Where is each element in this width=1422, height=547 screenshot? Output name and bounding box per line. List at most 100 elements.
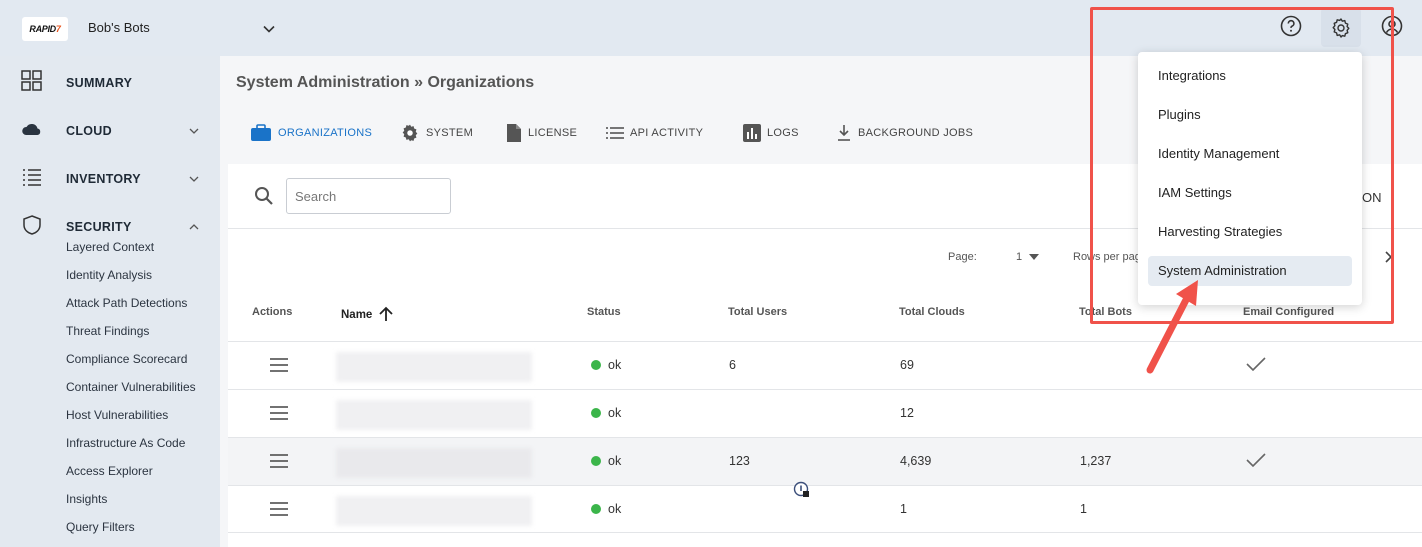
table-row[interactable]: ok 1 1 xyxy=(228,485,1422,533)
chevron-down-icon[interactable] xyxy=(262,22,276,36)
logo-prefix: RAPID xyxy=(29,24,56,34)
header-status[interactable]: Status xyxy=(587,306,621,318)
sidebar-item-cloud[interactable]: CLOUD xyxy=(0,108,220,148)
sidebar: SUMMARY CLOUD INVENTORY SECURITY Layered… xyxy=(0,56,220,547)
download-icon xyxy=(838,125,850,141)
tab-organizations[interactable]: ORGANIZATIONS xyxy=(250,122,372,144)
briefcase-icon xyxy=(251,124,271,141)
tab-background-jobs[interactable]: BACKGROUND JOBS xyxy=(836,122,973,144)
shield-icon xyxy=(23,215,41,235)
cell-total-users: 6 xyxy=(729,358,736,372)
cursor-icon xyxy=(793,481,809,497)
annotation-arrow-icon xyxy=(1146,280,1198,374)
tab-logs[interactable]: LOGS xyxy=(743,122,799,144)
sidebar-item-label: CLOUD xyxy=(66,124,112,138)
document-icon xyxy=(507,124,521,142)
redacted-org-name[interactable] xyxy=(336,496,532,526)
cloud-icon xyxy=(22,124,41,135)
status-text: ok xyxy=(608,502,622,516)
cell-total-bots: 1 xyxy=(1080,502,1087,516)
gear-icon xyxy=(402,124,418,142)
hamburger-menu-icon[interactable] xyxy=(270,502,288,516)
table-row[interactable]: ok 123 4,639 1,237 xyxy=(228,437,1422,485)
search-icon xyxy=(255,187,273,205)
logo-suffix: 7 xyxy=(55,24,61,34)
status-ok-icon xyxy=(591,360,601,370)
status-badge: ok xyxy=(591,502,621,516)
sidebar-item-summary[interactable]: SUMMARY xyxy=(0,60,220,100)
status-badge: ok xyxy=(591,406,621,420)
tab-label: LOGS xyxy=(767,127,799,139)
tab-label: ORGANIZATIONS xyxy=(278,127,373,139)
redacted-org-name[interactable] xyxy=(336,400,532,430)
tab-api-activity[interactable]: API ACTIVITY xyxy=(606,122,703,144)
dashboard-icon xyxy=(21,70,42,91)
tab-license[interactable]: LICENSE xyxy=(506,122,577,144)
checkmark-icon xyxy=(1246,453,1266,468)
status-ok-icon xyxy=(591,456,601,466)
cell-total-clouds: 4,639 xyxy=(900,454,932,468)
header-total-users[interactable]: Total Users xyxy=(728,306,787,318)
search-input[interactable] xyxy=(286,178,451,214)
sidebar-subitem[interactable]: Access Explorer xyxy=(66,464,153,478)
sidebar-subitem[interactable]: Query Filters xyxy=(66,520,135,534)
table-row[interactable]: ok 6 69 xyxy=(228,341,1422,389)
header-name[interactable]: Name xyxy=(341,306,394,322)
redacted-org-name[interactable] xyxy=(336,352,532,382)
status-badge: ok xyxy=(591,358,621,372)
cell-total-users: 123 xyxy=(729,454,750,468)
sidebar-item-security[interactable]: SECURITY xyxy=(0,204,220,244)
sidebar-subitem[interactable]: Host Vulnerabilities xyxy=(66,408,168,422)
checkmark-icon xyxy=(1246,357,1266,372)
header-actions: Actions xyxy=(252,306,293,318)
table-row[interactable]: ok 12 xyxy=(228,389,1422,437)
sidebar-item-label: INVENTORY xyxy=(66,172,141,186)
caret-down-icon[interactable] xyxy=(1028,253,1040,261)
tab-label: API ACTIVITY xyxy=(630,127,704,139)
list-icon xyxy=(23,169,41,186)
page-label: Page: xyxy=(948,251,977,263)
sidebar-item-inventory[interactable]: INVENTORY xyxy=(0,156,220,196)
status-badge: ok xyxy=(591,454,621,468)
hamburger-menu-icon[interactable] xyxy=(270,406,288,420)
redacted-org-name[interactable] xyxy=(336,448,532,478)
hamburger-menu-icon[interactable] xyxy=(270,358,288,372)
status-text: ok xyxy=(608,454,622,468)
hamburger-menu-icon[interactable] xyxy=(270,454,288,468)
status-text: ok xyxy=(608,406,622,420)
rapid7-logo[interactable]: RAPID7 xyxy=(22,17,68,41)
sidebar-subitem[interactable]: Layered Context xyxy=(66,240,154,254)
chevron-down-icon xyxy=(189,128,199,134)
page-select[interactable]: 1 xyxy=(1016,251,1022,263)
bar-chart-icon xyxy=(743,124,761,142)
status-text: ok xyxy=(608,358,622,372)
tab-label: BACKGROUND JOBS xyxy=(858,127,974,139)
header-total-clouds[interactable]: Total Clouds xyxy=(899,306,965,318)
sort-ascending-icon xyxy=(378,306,393,321)
page-title: System Administration » Organizations xyxy=(236,74,535,91)
sidebar-subitem[interactable]: Attack Path Detections xyxy=(66,296,187,310)
sidebar-subitem[interactable]: Compliance Scorecard xyxy=(66,352,187,366)
org-name[interactable]: Bob's Bots xyxy=(88,20,150,35)
sidebar-subitem[interactable]: Container Vulnerabilities xyxy=(66,380,196,394)
sidebar-subitem[interactable]: Infrastructure As Code xyxy=(66,436,185,450)
cell-total-clouds: 12 xyxy=(900,406,914,420)
chevron-up-icon xyxy=(189,224,199,230)
status-ok-icon xyxy=(591,504,601,514)
annotation-highlight-box xyxy=(1090,7,1394,324)
sidebar-subitem[interactable]: Threat Findings xyxy=(66,324,149,338)
sidebar-item-label: SUMMARY xyxy=(66,76,133,90)
list-icon xyxy=(606,127,624,139)
sidebar-subitem[interactable]: Identity Analysis xyxy=(66,268,152,282)
sidebar-subitem[interactable]: Insights xyxy=(66,492,107,506)
cell-total-bots: 1,237 xyxy=(1080,454,1112,468)
cell-total-clouds: 69 xyxy=(900,358,914,372)
chevron-down-icon xyxy=(189,176,199,182)
sidebar-item-label: SECURITY xyxy=(66,220,132,234)
header-name-label: Name xyxy=(341,309,373,321)
tab-label: SYSTEM xyxy=(426,127,474,139)
tab-system[interactable]: SYSTEM xyxy=(400,122,473,144)
cell-total-clouds: 1 xyxy=(900,502,907,516)
status-ok-icon xyxy=(591,408,601,418)
tab-label: LICENSE xyxy=(528,127,578,139)
